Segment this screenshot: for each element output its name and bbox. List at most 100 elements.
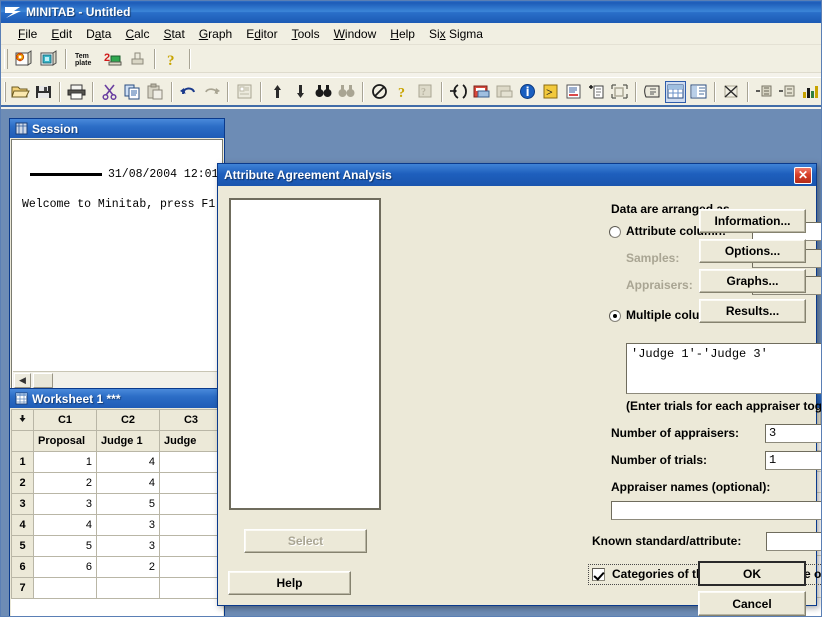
help-pointer-icon[interactable]: ? [415, 81, 436, 103]
menu-edit[interactable]: Edit [44, 25, 79, 43]
cell[interactable]: 3 [33, 493, 97, 515]
worksheet-colname-c2[interactable]: Judge 1 [96, 430, 160, 452]
paste-icon[interactable] [145, 81, 166, 103]
session-output-area[interactable]: 31/08/2004 12:01 Welcome to Minitab, pre… [11, 139, 223, 390]
undo-arrow-icon[interactable] [178, 81, 199, 103]
session-horizontal-scrollbar[interactable]: ◀ [13, 371, 221, 388]
cell[interactable]: 3 [96, 514, 160, 536]
scroll-left-icon[interactable]: ◀ [14, 372, 31, 388]
worksheet-colname-c1[interactable]: Proposal [33, 430, 97, 452]
menu-data[interactable]: Data [79, 25, 118, 43]
show-worksheet-icon[interactable] [665, 80, 686, 103]
ok-button[interactable]: OK [698, 561, 806, 586]
menu-stat[interactable]: Stat [156, 25, 191, 43]
cell[interactable]: 1 [33, 451, 97, 473]
cancel-no-icon[interactable] [369, 81, 390, 103]
worksheet-corner-cell[interactable] [11, 409, 34, 431]
appraiser-names-input[interactable] [611, 501, 821, 520]
info-circle-icon[interactable] [517, 81, 538, 103]
menu-file[interactable]: File [11, 25, 44, 43]
known-standard-input[interactable] [766, 532, 821, 551]
template-icon[interactable]: Tem plate [72, 48, 99, 70]
cell[interactable]: 3 [96, 535, 160, 557]
redo-arrow-icon[interactable] [201, 81, 222, 103]
cell[interactable] [159, 577, 223, 599]
minus-bar-icon[interactable] [754, 81, 775, 103]
worksheet-col-c2[interactable]: C2 [96, 409, 160, 431]
session-window-icon[interactable] [471, 81, 492, 103]
cell[interactable] [159, 451, 223, 473]
cell[interactable]: 4 [33, 514, 97, 536]
history-icon[interactable]: > [540, 81, 561, 103]
menu-editor[interactable]: Editor [239, 25, 284, 43]
menu-calc[interactable]: Calc [118, 25, 156, 43]
help-button[interactable]: Help [228, 571, 351, 595]
capability-icon[interactable]: 2 [101, 48, 124, 70]
cell[interactable]: 2 [33, 472, 97, 494]
multiple-columns-input[interactable]: 'Judge 1'-'Judge 3' ▲ ▼ [626, 343, 821, 394]
cell[interactable]: 5 [96, 493, 160, 515]
add-column-icon[interactable] [448, 81, 469, 103]
menu-help[interactable]: Help [383, 25, 422, 43]
move-columns-icon[interactable] [609, 81, 630, 103]
cell[interactable] [159, 535, 223, 557]
menu-tools[interactable]: Tools [285, 25, 327, 43]
menu-window[interactable]: Window [327, 25, 384, 43]
number-of-appraisers-input[interactable]: 3 [765, 424, 821, 443]
radio-attribute-column[interactable] [609, 226, 621, 238]
cell[interactable]: 4 [96, 472, 160, 494]
print-icon[interactable] [66, 81, 87, 103]
cell[interactable]: 6 [33, 556, 97, 578]
cell[interactable] [159, 514, 223, 536]
options-button[interactable]: Options... [699, 239, 806, 263]
cell[interactable] [159, 493, 223, 515]
cell[interactable]: 4 [96, 451, 160, 473]
close-icon[interactable]: ✕ [794, 166, 812, 184]
copy-icon[interactable] [122, 81, 143, 103]
cell[interactable]: 2 [96, 556, 160, 578]
cell[interactable] [33, 577, 97, 599]
scrollbar-thumb[interactable] [33, 372, 53, 388]
help-question-icon[interactable]: ? [161, 48, 184, 70]
toolbox-icon[interactable] [126, 48, 149, 70]
worksheet-col-c3[interactable]: C3 [159, 409, 223, 431]
show-session-icon[interactable] [642, 81, 663, 103]
information-button[interactable]: Information... [699, 209, 806, 233]
worksheet-window[interactable]: Worksheet 1 *** C1 C2 C3 Proposal Judge … [9, 388, 225, 616]
arrow-down-icon[interactable] [290, 81, 311, 103]
graphs-button[interactable]: Graphs... [699, 269, 806, 293]
find-binoculars-icon[interactable] [313, 81, 334, 103]
dialog-titlebar[interactable]: Attribute Agreement Analysis ✕ [218, 164, 816, 186]
toolbar-grip[interactable] [4, 48, 8, 69]
cancel-button[interactable]: Cancel [698, 591, 806, 616]
menu-graph[interactable]: Graph [192, 25, 239, 43]
edit-last-dialog-icon[interactable] [234, 81, 255, 103]
results-button[interactable]: Results... [699, 299, 806, 323]
number-of-trials-input[interactable]: 1 [765, 451, 821, 470]
graph-window-icon[interactable] [494, 81, 515, 103]
find-replace-icon[interactable] [336, 81, 357, 103]
worksheet-col-c1[interactable]: C1 [33, 409, 97, 431]
worksheet-grid[interactable]: C1 C2 C3 Proposal Judge 1 Judge 1 1 4 2 … [11, 409, 223, 616]
radio-multiple-columns[interactable] [609, 310, 621, 322]
cell[interactable] [96, 577, 160, 599]
worksheet-colname-c3[interactable]: Judge [159, 430, 223, 452]
insert-cell-icon[interactable] [586, 81, 607, 103]
help-question-icon[interactable]: ? [392, 81, 413, 103]
session-window[interactable]: Session 31/08/2004 12:01 Welcome to Mini… [9, 118, 225, 392]
roadmap-icon[interactable] [12, 48, 35, 70]
cell[interactable] [159, 556, 223, 578]
menu-six-sigma[interactable]: Six Sigma [422, 25, 490, 43]
show-project-icon[interactable] [688, 81, 709, 103]
close-all-graphs-icon[interactable] [721, 81, 742, 103]
toolbar-grip[interactable] [4, 81, 6, 102]
arrow-up-icon[interactable] [267, 81, 288, 103]
project-tools-icon[interactable] [37, 48, 60, 70]
report-pad-icon[interactable] [563, 81, 584, 103]
open-folder-icon[interactable] [10, 81, 31, 103]
cell[interactable]: 5 [33, 535, 97, 557]
cut-scissors-icon[interactable] [99, 81, 120, 103]
save-disk-icon[interactable] [33, 81, 54, 103]
variables-listbox[interactable] [229, 198, 381, 510]
assistant-icon[interactable] [800, 81, 821, 103]
